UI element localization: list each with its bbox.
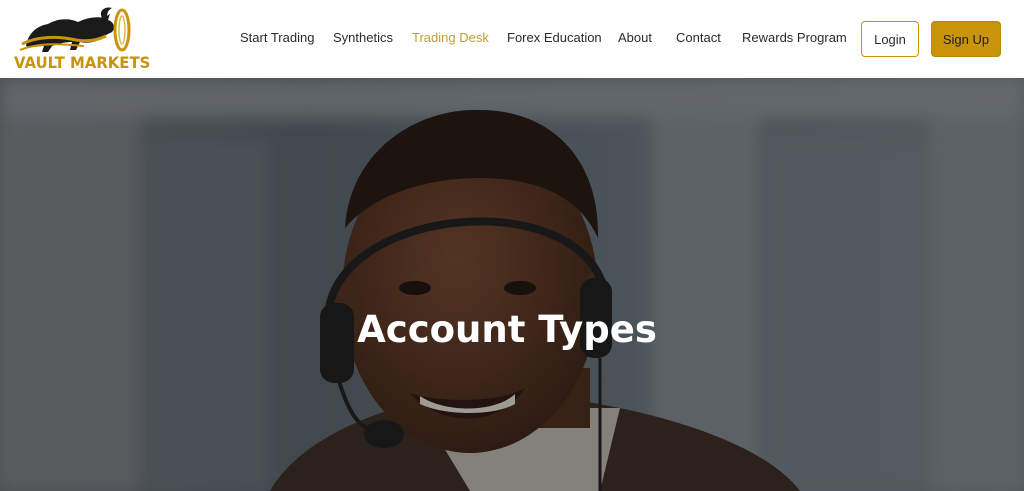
nav-item-start-trading[interactable]: Start Trading — [240, 30, 314, 45]
logo-text: VAULT MARKETS — [14, 53, 151, 72]
hero-overlay — [0, 78, 1024, 491]
nav-item-contact[interactable]: Contact — [676, 30, 721, 45]
nav-item-synthetics[interactable]: Synthetics — [333, 30, 393, 45]
login-button[interactable]: Login — [861, 21, 919, 57]
signup-button[interactable]: Sign Up — [931, 21, 1001, 57]
nav-item-trading-desk[interactable]: Trading Desk — [412, 30, 489, 45]
nav-item-about[interactable]: About — [618, 30, 652, 45]
vault-markets-logo[interactable]: VAULT MARKETS — [12, 6, 151, 74]
page-title: Account Types — [357, 308, 657, 351]
nav-item-forex-education[interactable]: Forex Education — [507, 30, 602, 45]
bull-logo-icon — [19, 7, 131, 52]
hero-banner: Account Types — [0, 78, 1024, 491]
nav-item-rewards-program[interactable]: Rewards Program — [742, 30, 847, 45]
site-header: VAULT MARKETS Start Trading Synthetics T… — [0, 0, 1024, 78]
